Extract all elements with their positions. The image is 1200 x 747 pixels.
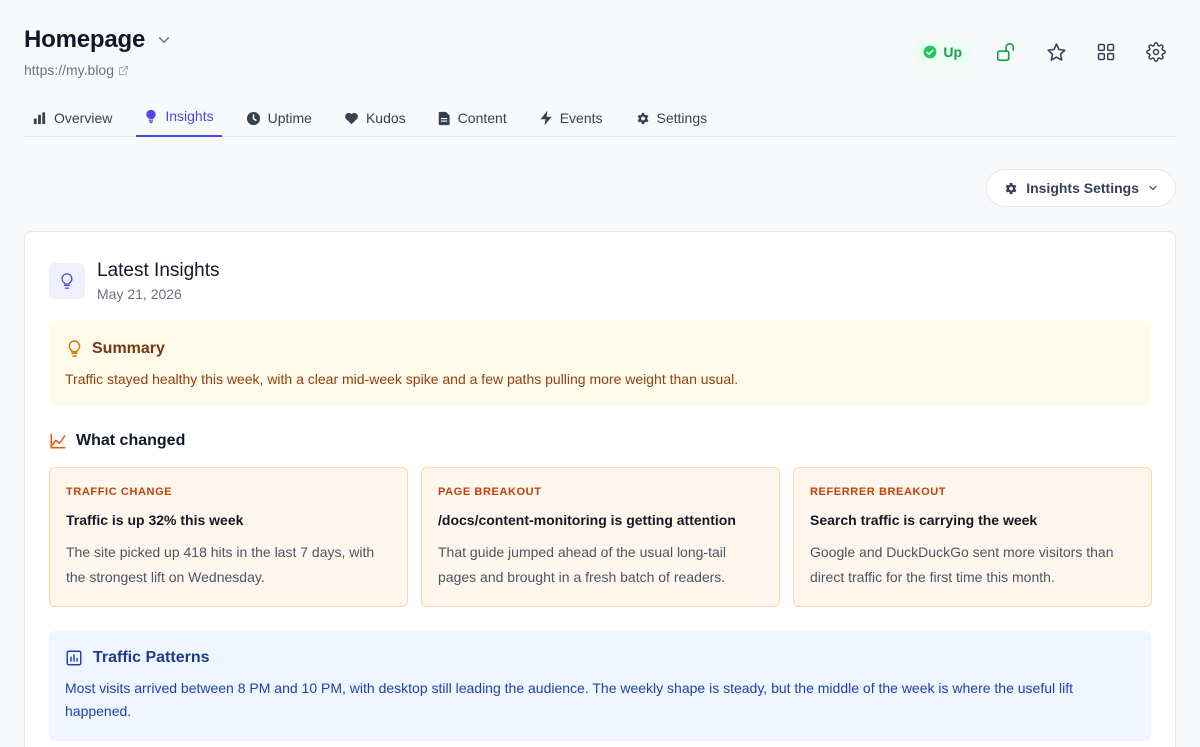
change-card-body: That guide jumped ahead of the usual lon…: [438, 544, 726, 585]
top-actions: Up: [913, 36, 1176, 68]
traffic-patterns-panel: Traffic Patterns Most visits arrived bet…: [49, 631, 1151, 741]
tab-events[interactable]: Events: [531, 100, 611, 136]
insights-settings-label: Insights Settings: [1026, 180, 1139, 196]
chevron-down-icon[interactable]: [155, 31, 173, 49]
insights-settings-button[interactable]: Insights Settings: [986, 169, 1176, 207]
lock-open-button[interactable]: [986, 36, 1026, 68]
summary-panel: Summary Traffic stayed healthy this week…: [49, 320, 1151, 407]
lightbulb-icon: [65, 338, 84, 359]
summary-text: Traffic stayed healthy this week, with a…: [65, 371, 739, 387]
tab-label: Insights: [165, 108, 214, 124]
change-card-label: TRAFFIC CHANGE: [66, 486, 173, 498]
lightbulb-icon: [58, 271, 76, 291]
tab-label: Events: [559, 110, 603, 126]
page-header: Homepage https://my.blog: [24, 26, 173, 78]
trend-chart-icon: [49, 432, 67, 450]
tab-bar: Overview Insights Uptime Kudos Content E…: [24, 100, 1176, 137]
change-card: PAGE BREAKOUT /docs/content-monitoring i…: [421, 467, 780, 607]
document-icon: [438, 111, 451, 126]
gear-icon: [1003, 181, 1018, 196]
tab-label: Settings: [656, 110, 708, 126]
lock-open-icon: [995, 41, 1017, 63]
traffic-patterns-text: Most visits arrived between 8 PM and 10 …: [65, 680, 1074, 719]
external-link-icon: [118, 65, 129, 76]
tab-uptime[interactable]: Uptime: [238, 100, 320, 136]
change-card-list: TRAFFIC CHANGE Traffic is up 32% this we…: [49, 467, 1152, 607]
change-card-body: Google and DuckDuckGo sent more visitors…: [810, 544, 1114, 585]
summary-title: Summary: [92, 339, 165, 357]
card-title: Latest Insights: [97, 260, 220, 281]
change-card: REFERRER BREAKOUT Search traffic is carr…: [793, 467, 1152, 607]
star-icon: [1046, 42, 1067, 63]
status-label: Up: [943, 44, 962, 60]
card-header: Latest Insights May 21, 2026: [49, 260, 220, 302]
tab-content[interactable]: Content: [430, 100, 515, 136]
change-card-heading: /docs/content-monitoring is getting atte…: [438, 512, 736, 528]
lightbulb-icon: [144, 109, 158, 124]
gear-icon: [635, 111, 650, 126]
tab-label: Content: [457, 110, 507, 126]
what-changed-title: What changed: [76, 432, 186, 449]
site-url-link[interactable]: https://my.blog: [24, 62, 173, 78]
change-card-label: REFERRER BREAKOUT: [810, 486, 947, 498]
tab-insights[interactable]: Insights: [136, 100, 222, 137]
traffic-patterns-title: Traffic Patterns: [93, 649, 210, 666]
check-circle-icon: [923, 45, 937, 59]
insights-icon-box: [49, 263, 85, 299]
tab-kudos[interactable]: Kudos: [336, 100, 414, 136]
change-card-heading: Search traffic is carrying the week: [810, 512, 1038, 528]
gear-icon: [1146, 42, 1166, 62]
apps-button[interactable]: [1086, 36, 1126, 68]
chevron-down-icon: [1147, 182, 1159, 194]
bolt-icon: [539, 110, 553, 126]
bar-chart-icon: [32, 111, 47, 126]
tab-overview[interactable]: Overview: [24, 100, 120, 136]
page-title: Homepage: [24, 26, 146, 53]
tab-label: Uptime: [267, 110, 312, 126]
chart-icon: [65, 649, 83, 667]
latest-insights-card: Latest Insights May 21, 2026 Summary Tra…: [24, 231, 1176, 747]
change-card-body: The site picked up 418 hits in the last …: [66, 544, 375, 585]
what-changed-header: What changed: [49, 432, 185, 450]
settings-button[interactable]: [1136, 36, 1176, 68]
site-url-text: https://my.blog: [24, 62, 115, 78]
clock-icon: [246, 111, 261, 126]
change-card-heading: Traffic is up 32% this week: [66, 512, 244, 528]
grid-icon: [1096, 42, 1116, 62]
change-card-label: PAGE BREAKOUT: [438, 486, 542, 498]
tab-label: Kudos: [365, 110, 406, 126]
tab-settings[interactable]: Settings: [627, 100, 716, 136]
status-badge[interactable]: Up: [913, 38, 972, 66]
change-card: TRAFFIC CHANGE Traffic is up 32% this we…: [49, 467, 408, 607]
favorite-button[interactable]: [1036, 36, 1076, 68]
heart-icon: [344, 111, 359, 125]
tab-label: Overview: [54, 110, 113, 126]
card-date: May 21, 2026: [97, 286, 182, 302]
